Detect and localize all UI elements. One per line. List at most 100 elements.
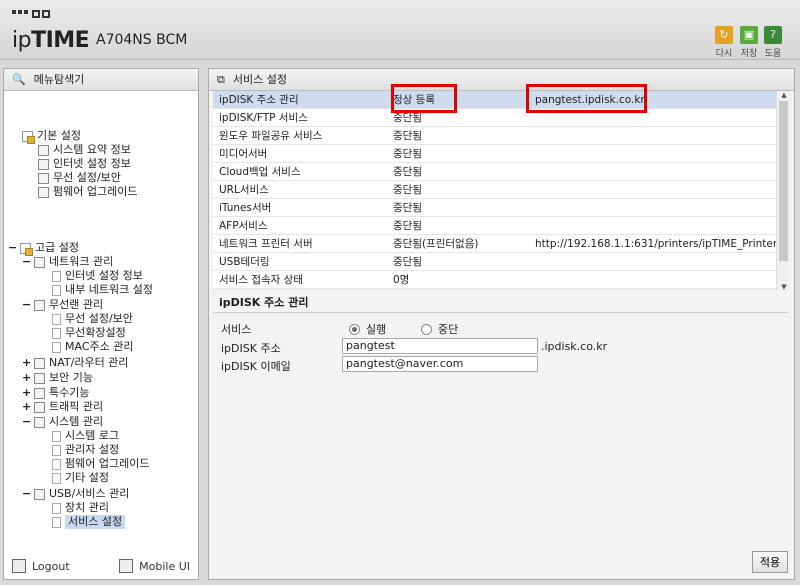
tree-firmware-upgrade-2[interactable]: 펌웨어 업그레이드 [52, 457, 149, 471]
table-row[interactable]: ipDISK 주소 관리 정상 등록 pangtest.ipdisk.co.kr [213, 91, 776, 109]
page-icon [52, 341, 61, 353]
tree-advanced-settings[interactable]: − 고급 설정 [8, 241, 79, 256]
table-scrollbar[interactable]: ▲ ▼ [776, 91, 790, 291]
expand-icon: + [22, 371, 32, 384]
table-row[interactable]: Cloud백업 서비스 중단됨 [213, 163, 776, 181]
service-settings-panel: ⧉ 서비스 설정 ipDISK 주소 관리 정상 등록 pangtest.ipdis… [208, 68, 795, 580]
tree-system-log[interactable]: 시스템 로그 [52, 429, 119, 443]
save-button[interactable]: ▣ 저장 [737, 26, 761, 59]
page-icon [52, 444, 61, 456]
tree-firmware-upgrade[interactable]: 펌웨어 업그레이드 [38, 185, 137, 199]
window-icon: ⧉ [217, 72, 225, 86]
radio-unselected-icon [421, 323, 432, 335]
panel-title-bar: ⧉ 서비스 설정 [209, 69, 794, 91]
table-row[interactable]: 미디어서버 중단됨 [213, 145, 776, 163]
expand-icon: + [22, 386, 32, 399]
mobile-ui-button[interactable]: Mobile UI [119, 559, 190, 573]
service-label: 서비스 [221, 323, 252, 336]
tree-admin-settings[interactable]: 관리자 설정 [52, 443, 119, 457]
address-suffix: .ipdisk.co.kr [541, 340, 608, 353]
service-table: ipDISK 주소 관리 정상 등록 pangtest.ipdisk.co.kr i… [213, 91, 776, 289]
restart-icon: ↻ [715, 26, 733, 44]
table-row[interactable]: ipDISK/FTP 서비스 중단됨 [213, 109, 776, 127]
stop-radio[interactable]: 중단 [421, 321, 458, 337]
tree-mac-management[interactable]: MAC주소 관리 [52, 340, 133, 354]
page-icon [52, 458, 61, 470]
email-label: ipDISK 이메일 [221, 360, 291, 373]
mobile-icon [119, 559, 134, 573]
address-label: ipDISK 주소 [221, 342, 281, 355]
logout-icon [12, 559, 26, 573]
menu-explorer-panel: 🔍 메뉴탐색기 기본 설정 시스템 요약 정보 인터넷 설정 정보 무선 설정/… [3, 68, 199, 580]
collapse-icon: − [8, 241, 18, 254]
tree-usb-service[interactable]: − USB/서비스 관리 [22, 487, 129, 501]
model-name: A704NS BCM [96, 32, 188, 48]
usb-icon [34, 488, 45, 500]
table-row[interactable]: URL서비스 중단됨 [213, 181, 776, 199]
special-icon [34, 387, 45, 399]
tree-security[interactable]: + 보안 기능 [22, 371, 93, 385]
table-row[interactable]: 윈도우 파일공유 서비스 중단됨 [213, 127, 776, 145]
chart-icon [34, 416, 45, 428]
table-row[interactable]: AFP서비스 중단됨 [213, 217, 776, 235]
table-row[interactable]: iTunes서버 중단됨 [213, 199, 776, 217]
tree-service-settings[interactable]: 서비스 설정 [52, 515, 126, 529]
left-bottom-bar: Logout Mobile UI [4, 553, 198, 579]
traffic-icon [34, 401, 45, 413]
tree-wireless-management[interactable]: − 무선랜 관리 [22, 298, 103, 312]
expand-icon: + [22, 400, 32, 413]
page-icon [52, 516, 61, 528]
help-icon: ? [764, 26, 782, 44]
tree-wireless-security[interactable]: 무선 설정/보안 [38, 171, 121, 185]
expand-icon: + [22, 356, 32, 369]
tree-special[interactable]: + 특수기능 [22, 386, 89, 400]
tree-internet-settings[interactable]: 인터넷 설정 정보 [52, 269, 143, 283]
top-header: ipTIME A704NS BCM ↻ 다시 ▣ 저장 ? 도움 [0, 0, 800, 60]
restart-button[interactable]: ↻ 다시 [712, 26, 736, 59]
radio-selected-icon [349, 323, 360, 335]
scroll-down-icon[interactable]: ▼ [777, 283, 791, 291]
logo-dots-icon [12, 10, 50, 18]
wifi-icon [38, 172, 49, 184]
table-row[interactable]: USB테더링 중단됨 [213, 253, 776, 271]
section-title: ipDISK 주소 관리 [213, 293, 788, 313]
save-icon: ▣ [740, 26, 758, 44]
run-radio[interactable]: 실행 [349, 321, 386, 337]
tree-other-settings[interactable]: 기타 설정 [52, 471, 109, 485]
page-icon [52, 313, 61, 325]
search-icon: 🔍 [12, 72, 26, 86]
apply-button[interactable]: 적용 [752, 551, 788, 573]
page-icon [52, 284, 61, 296]
tree-system-management[interactable]: − 시스템 관리 [22, 415, 103, 429]
router-icon [34, 357, 45, 369]
chart-icon [38, 144, 49, 156]
tree-traffic[interactable]: + 트래픽 관리 [22, 400, 103, 414]
scroll-thumb[interactable] [779, 101, 788, 261]
logout-button[interactable]: Logout [12, 559, 70, 573]
tree-device-management[interactable]: 장치 관리 [52, 501, 109, 515]
tree-wireless-settings[interactable]: 무선 설정/보안 [52, 312, 133, 326]
tree-network-management[interactable]: − 네트워크 관리 [22, 255, 113, 269]
ipdisk-email-input[interactable]: pangtest@naver.com [342, 356, 538, 372]
collapse-icon: − [22, 298, 32, 311]
tree-internet-info[interactable]: 인터넷 설정 정보 [38, 157, 131, 171]
folder-icon [20, 242, 33, 256]
page-icon [52, 327, 61, 339]
tree-nat-router[interactable]: + NAT/라우터 관리 [22, 356, 128, 370]
folder-icon [22, 130, 35, 144]
table-row[interactable]: 네트워크 프린터 서버 중단됨(프린터없음) http://192.168.1.1:… [213, 235, 776, 253]
scroll-up-icon[interactable]: ▲ [777, 91, 791, 99]
collapse-icon: − [22, 415, 32, 428]
ipdisk-address-input[interactable]: pangtest [342, 338, 538, 354]
table-row[interactable]: 서비스 접속자 상태 0명 [213, 271, 776, 289]
tree-wireless-extension[interactable]: 무선확장설정 [52, 326, 126, 340]
help-button[interactable]: ? 도움 [761, 26, 785, 59]
page-icon [52, 502, 61, 514]
page-icon [52, 430, 61, 442]
tree-basic-settings[interactable]: 기본 설정 [22, 129, 81, 144]
brand-logo: ipTIME [12, 28, 90, 53]
tree-internal-network[interactable]: 내부 네트워크 설정 [52, 283, 153, 297]
lock-icon [34, 372, 45, 384]
tree-system-summary[interactable]: 시스템 요약 정보 [38, 143, 131, 157]
highlight-status-box [391, 84, 457, 113]
